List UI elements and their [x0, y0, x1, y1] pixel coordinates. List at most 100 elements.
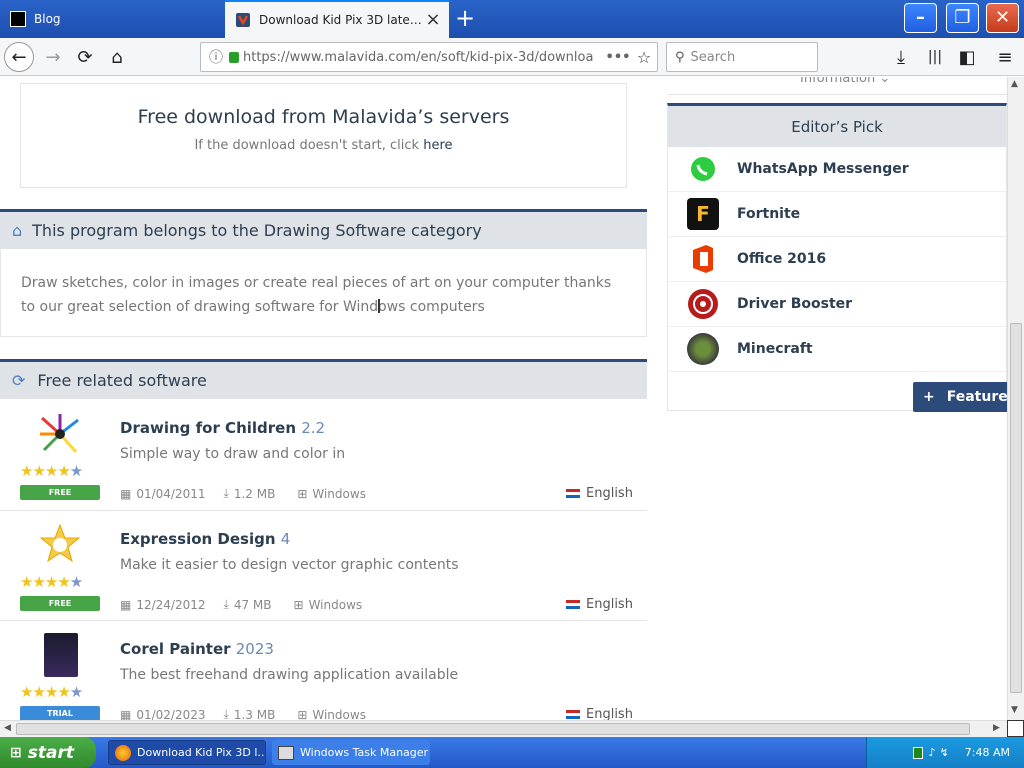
drawing-for-children-icon	[38, 412, 82, 456]
page-actions-icon[interactable]: •••	[605, 50, 631, 65]
minimize-button[interactable]: –	[904, 3, 937, 33]
list-item[interactable]: ★★★★★ TRIAL Corel Painter 2023 The best …	[0, 621, 647, 720]
url-bar[interactable]: ⓘ https://www.malavida.com/en/soft/kid-p…	[200, 42, 658, 72]
divider	[667, 94, 1007, 95]
taskbar: ⊞ start Download Kid Pix 3D l... Windows…	[0, 737, 1024, 768]
tab-blog[interactable]: Blog	[0, 0, 224, 38]
download-size-icon: ⤓	[223, 486, 229, 500]
scroll-left-icon[interactable]: ◀	[4, 723, 11, 733]
menu-icon[interactable]: ≡	[990, 42, 1020, 72]
language: English	[566, 707, 633, 720]
network-icon: ⌂	[12, 221, 23, 240]
search-input[interactable]: ⚲ Search	[666, 42, 818, 72]
list-item[interactable]: ★★★★★ FREE Expression Design 4 Make it e…	[0, 511, 647, 621]
maximize-button[interactable]: ❐	[946, 3, 979, 33]
taskbar-item-task-manager[interactable]: Windows Task Manager	[272, 740, 430, 765]
url-text[interactable]: https://www.malavida.com/en/soft/kid-pix…	[243, 50, 605, 65]
category-heading: ⌂ This program belongs to the Drawing So…	[0, 209, 647, 249]
editors-pick-item[interactable]: F Fortnite	[668, 192, 1006, 237]
software-description: The best freehand drawing application av…	[120, 667, 459, 683]
editors-pick-heading: Editor’s Pick	[668, 106, 1006, 147]
forward-button[interactable]: →	[38, 42, 68, 72]
related-section: ⟳ Free related software	[0, 359, 647, 399]
blog-favicon-icon	[10, 11, 26, 27]
download-here-link[interactable]: here	[423, 138, 452, 153]
editors-pick-item[interactable]: WhatsApp Messenger	[668, 147, 1006, 192]
category-section: ⌂ This program belongs to the Drawing So…	[0, 209, 647, 337]
information-link[interactable]: Information ⌄	[800, 77, 890, 86]
scrollbar-corner	[1007, 720, 1024, 737]
calendar-icon: ▦	[120, 597, 132, 612]
taskbar-item-firefox[interactable]: Download Kid Pix 3D l...	[108, 740, 266, 765]
vertical-scrollbar[interactable]: ▲ ▼	[1007, 77, 1024, 720]
network-tray-icon[interactable]: ↯	[940, 746, 949, 759]
minecraft-icon	[687, 333, 719, 365]
system-tray: ♪ ↯ 7:48 AM	[866, 737, 1024, 768]
language: English	[566, 597, 633, 612]
license-badge: TRIAL	[20, 706, 100, 720]
calendar-icon: ▦	[120, 486, 132, 501]
calendar-icon: ▦	[120, 707, 132, 721]
close-window-button[interactable]: ✕	[986, 3, 1019, 33]
whatsapp-icon	[687, 153, 719, 185]
start-button[interactable]: ⊞ start	[0, 737, 96, 768]
close-tab-icon[interactable]: ×	[423, 10, 443, 30]
scroll-down-icon[interactable]: ▼	[1011, 705, 1018, 715]
scroll-up-icon[interactable]: ▲	[1011, 79, 1018, 89]
windows-logo-icon: ⊞	[10, 744, 22, 761]
software-meta: ▦ 12/24/2012 ⤓ 47 MB ⊞ Windows	[120, 597, 363, 612]
software-description: Make it easier to design vector graphic …	[120, 557, 459, 573]
corel-painter-icon	[44, 633, 78, 677]
category-text: Draw sketches, color in images or create…	[0, 249, 647, 337]
search-placeholder: Search	[690, 49, 736, 65]
list-item[interactable]: ★★★★★ FREE Drawing for Children 2.2 Simp…	[0, 400, 647, 511]
reload-button[interactable]: ⟳	[70, 42, 100, 72]
tab-label: Download Kid Pix 3D latest version	[259, 13, 423, 27]
us-flag-icon	[566, 710, 580, 719]
software-meta: ▦ 01/02/2023 ⤓ 1.3 MB ⊞ Windows	[120, 707, 366, 720]
featured-button[interactable]: +Featured	[913, 382, 1007, 412]
task-manager-icon	[278, 745, 294, 760]
vertical-scroll-thumb[interactable]	[1010, 323, 1022, 693]
horizontal-scroll-thumb[interactable]	[16, 723, 970, 735]
software-title[interactable]: Expression Design 4	[120, 530, 290, 548]
download-box-subtitle: If the download doesn't start, click her…	[194, 138, 453, 153]
scroll-right-icon[interactable]: ▶	[993, 723, 1000, 733]
software-title[interactable]: Corel Painter 2023	[120, 640, 274, 658]
editors-pick-item[interactable]: Driver Booster	[668, 282, 1006, 327]
sidebar-toggle-icon[interactable]: ◧	[952, 42, 982, 72]
license-badge: FREE	[20, 485, 100, 500]
editors-pick-panel: Editor’s Pick WhatsApp Messenger F Fortn…	[667, 103, 1007, 411]
search-icon: ⚲	[675, 49, 685, 65]
plus-icon: +	[923, 389, 935, 405]
info-icon[interactable]: ⓘ	[209, 47, 223, 67]
tab-download-kid-pix[interactable]: Download Kid Pix 3D latest version ×	[225, 0, 449, 38]
home-button[interactable]: ⌂	[102, 42, 132, 72]
software-title[interactable]: Drawing for Children 2.2	[120, 419, 325, 437]
horizontal-scrollbar[interactable]: ◀ ▶	[0, 720, 1007, 737]
windows-icon: ⊞	[297, 707, 308, 721]
license-badge: FREE	[20, 596, 100, 611]
related-heading: ⟳ Free related software	[0, 359, 647, 399]
us-flag-icon	[566, 600, 580, 609]
lock-icon	[229, 51, 239, 63]
clock: 7:48 AM	[964, 746, 1010, 759]
volume-icon[interactable]: ♪	[929, 746, 936, 759]
page-content: Free download from Malavida’s servers If…	[0, 77, 1007, 720]
software-description: Simple way to draw and color in	[120, 446, 346, 462]
library-icon[interactable]: |||	[920, 42, 950, 72]
driver-booster-icon	[687, 288, 719, 320]
new-tab-button[interactable]: +	[452, 6, 478, 32]
download-box: Free download from Malavida’s servers If…	[20, 83, 627, 188]
tray-app-icon[interactable]	[912, 746, 923, 759]
back-button[interactable]: ←	[4, 42, 34, 72]
windows-icon: ⊞	[297, 486, 308, 501]
editors-pick-item[interactable]: Minecraft	[668, 327, 1006, 372]
malavida-favicon-icon	[235, 12, 251, 28]
language: English	[566, 486, 633, 501]
bookmark-star-icon[interactable]: ☆	[631, 48, 657, 67]
navigation-toolbar: ← → ⟳ ⌂ ⓘ https://www.malavida.com/en/so…	[0, 38, 1024, 76]
office-icon	[687, 243, 719, 275]
downloads-icon[interactable]: ⤓	[886, 42, 916, 72]
editors-pick-item[interactable]: Office 2016	[668, 237, 1006, 282]
